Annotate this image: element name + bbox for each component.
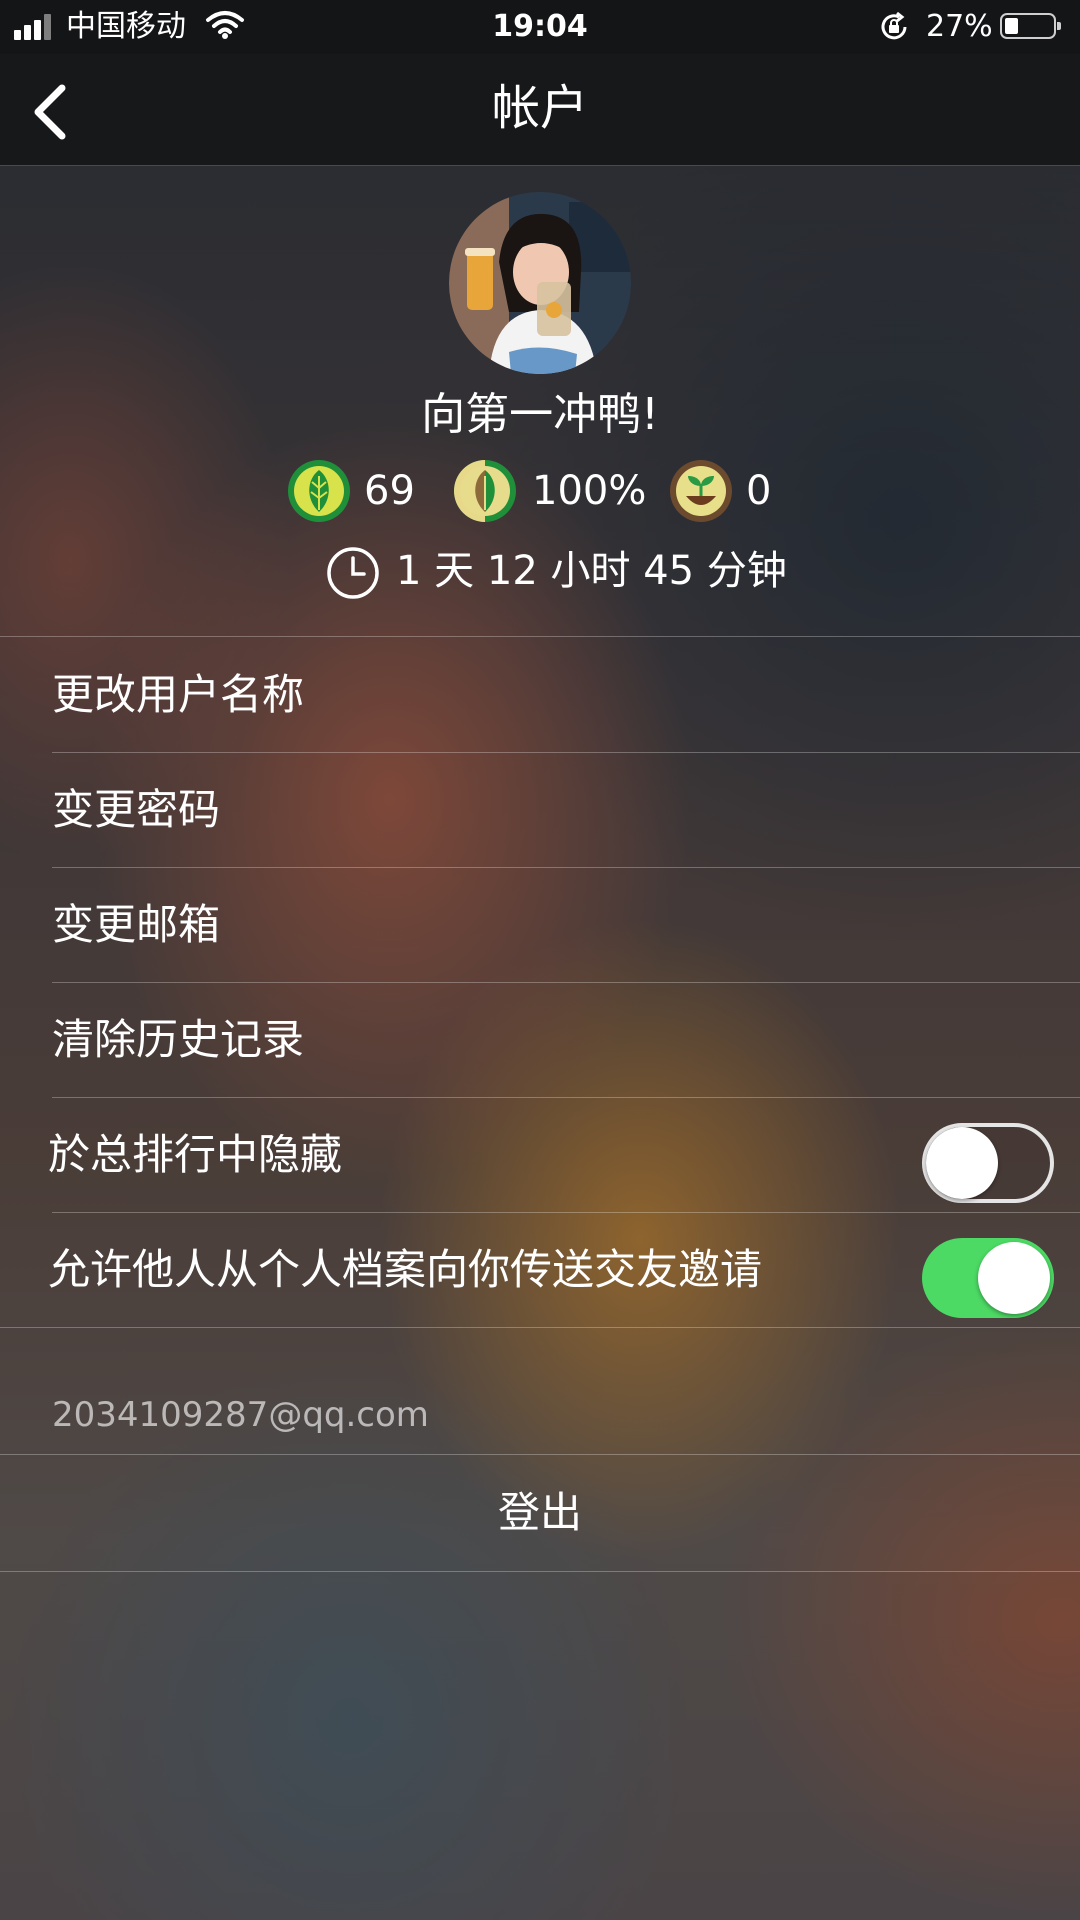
avatar[interactable] [449, 192, 631, 374]
allow-friend-invites-toggle[interactable] [922, 1238, 1054, 1318]
change-username-label: 更改用户名称 [52, 670, 305, 719]
account-email: 2034109287@qq.com [52, 1395, 429, 1435]
half-leaf-icon [454, 460, 516, 522]
battery-icon [1000, 13, 1061, 39]
total-time: 1 天 12 小时 45 分钟 [396, 548, 787, 594]
account-menu: 更改用户名称 变更密码 变更邮箱 清除历史记录 於总排行中隐藏 允许他人从个人档… [0, 636, 1080, 1328]
allow-friend-invites-row: 允许他人从个人档案向你传送交友邀请 [0, 1212, 1080, 1328]
change-email-item[interactable]: 变更邮箱 [0, 867, 1080, 982]
username: 向第一冲鸭! [421, 389, 659, 440]
sprout-icon [670, 460, 732, 522]
clear-history-item[interactable]: 清除历史记录 [0, 982, 1080, 1097]
stats-row: 69 100% 0 [0, 458, 1080, 524]
change-username-item[interactable]: 更改用户名称 [0, 637, 1080, 752]
clock-icon [327, 547, 379, 599]
battery-percent: 27% [926, 9, 993, 44]
allow-friend-invites-label: 允许他人从个人档案向你传送交友邀请 [48, 1245, 763, 1294]
logout-label: 登出 [497, 1488, 582, 1537]
success-rate: 100% [532, 468, 647, 514]
hide-in-ranking-toggle[interactable] [922, 1123, 1054, 1203]
hide-in-ranking-label: 於总排行中隐藏 [48, 1130, 343, 1179]
page-title: 帐户 [491, 80, 588, 136]
change-password-item[interactable]: 变更密码 [0, 752, 1080, 867]
trees-count: 69 [364, 468, 415, 514]
logout-button[interactable]: 登出 [0, 1454, 1080, 1572]
rotation-lock-icon [881, 11, 907, 40]
nav-bar: 帐户 [0, 54, 1080, 166]
status-time: 19:04 [492, 9, 588, 44]
hide-in-ranking-row: 於总排行中隐藏 [0, 1097, 1080, 1212]
withered-count: 0 [746, 468, 772, 514]
green-leaf-icon [288, 460, 350, 522]
change-email-label: 变更邮箱 [52, 900, 221, 949]
status-bar: 中国移动 19:04 27% [0, 0, 1080, 54]
clear-history-label: 清除历史记录 [52, 1015, 305, 1064]
total-time-row: 1 天 12 小时 45 分钟 [0, 540, 1080, 602]
change-password-label: 变更密码 [52, 785, 221, 834]
